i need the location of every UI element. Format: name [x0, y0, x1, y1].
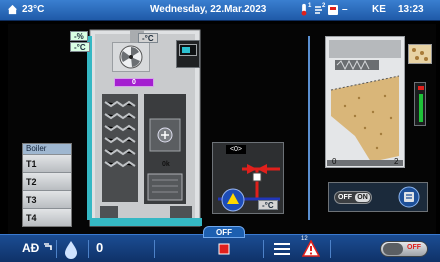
feeder-toggle[interactable]: OFF ON: [334, 191, 372, 204]
sensor-row-t1[interactable]: T1: [23, 154, 71, 172]
valve-position: <0>: [226, 145, 246, 154]
fan-speed-bar: 0: [114, 78, 154, 87]
fill-level-alarm: [418, 86, 424, 90]
thermometer-index: 1: [308, 3, 312, 9]
sensor-table: Boiler T1 T2 T3 T4: [22, 143, 72, 227]
burner-off-tab[interactable]: OFF: [203, 226, 245, 238]
mode-button[interactable]: AÐ: [22, 241, 39, 255]
ok-label: 0k: [162, 161, 170, 168]
fill-level-gauge: [414, 82, 426, 126]
alarm-icon[interactable]: [302, 240, 320, 258]
faucet-icon: [44, 243, 52, 250]
power-toggle[interactable]: OFF: [380, 241, 428, 257]
feeder-settings-icon[interactable]: [398, 186, 420, 208]
power-label: OFF: [407, 244, 421, 251]
alarm-count: 12: [301, 236, 308, 242]
heater-icon[interactable]: [327, 3, 339, 16]
divider: [308, 36, 310, 220]
separator: [263, 240, 264, 258]
bottom-toolbar: AÐ 0 12 OFF: [0, 234, 440, 262]
wind-index: 2: [322, 3, 326, 9]
display-icon: [179, 44, 197, 56]
sensor-row-t4[interactable]: T4: [23, 208, 71, 226]
sensor-table-header: Boiler: [23, 144, 71, 154]
water-drop-icon[interactable]: [62, 239, 80, 259]
hopper-scale-left: 0: [332, 157, 337, 166]
toggle-on-label: ON: [355, 193, 370, 202]
fill-level-bar: [419, 94, 423, 122]
pellet-hopper[interactable]: [325, 36, 405, 168]
counter-value: 0: [96, 240, 104, 255]
fan-icon[interactable]: [118, 44, 144, 70]
separator: [56, 240, 57, 258]
home-icon[interactable]: [7, 4, 18, 15]
separator: [330, 240, 331, 258]
humidity-value: -%: [70, 31, 88, 41]
heater-value: –: [342, 4, 348, 15]
pellet-image-icon[interactable]: [408, 44, 432, 64]
menu-icon[interactable]: [273, 242, 291, 256]
user-initials[interactable]: KE: [372, 4, 386, 15]
sensor-row-t2[interactable]: T2: [23, 172, 71, 190]
outdoor-temperature: 23°C: [22, 4, 45, 15]
status-bar: 23°C Wednesday, 22.Mar.2023 1 2 – KE 13:…: [0, 0, 440, 21]
stop-icon[interactable]: [218, 243, 230, 255]
separator: [154, 240, 155, 258]
return-temperature: -°C: [258, 200, 278, 210]
date-label: Wednesday, 22.Mar.2023: [150, 4, 267, 15]
pump-icon[interactable]: [221, 188, 245, 212]
fan-temperature: -°C: [138, 33, 158, 43]
hopper-scale-right: 2: [394, 157, 399, 166]
flue-temperature: -°C: [70, 42, 90, 52]
power-toggle-knob: [383, 243, 403, 255]
clock: 13:23: [398, 4, 424, 15]
separator: [88, 240, 89, 258]
sensor-row-t3[interactable]: T3: [23, 190, 71, 208]
toggle-off-label: OFF: [338, 194, 352, 201]
